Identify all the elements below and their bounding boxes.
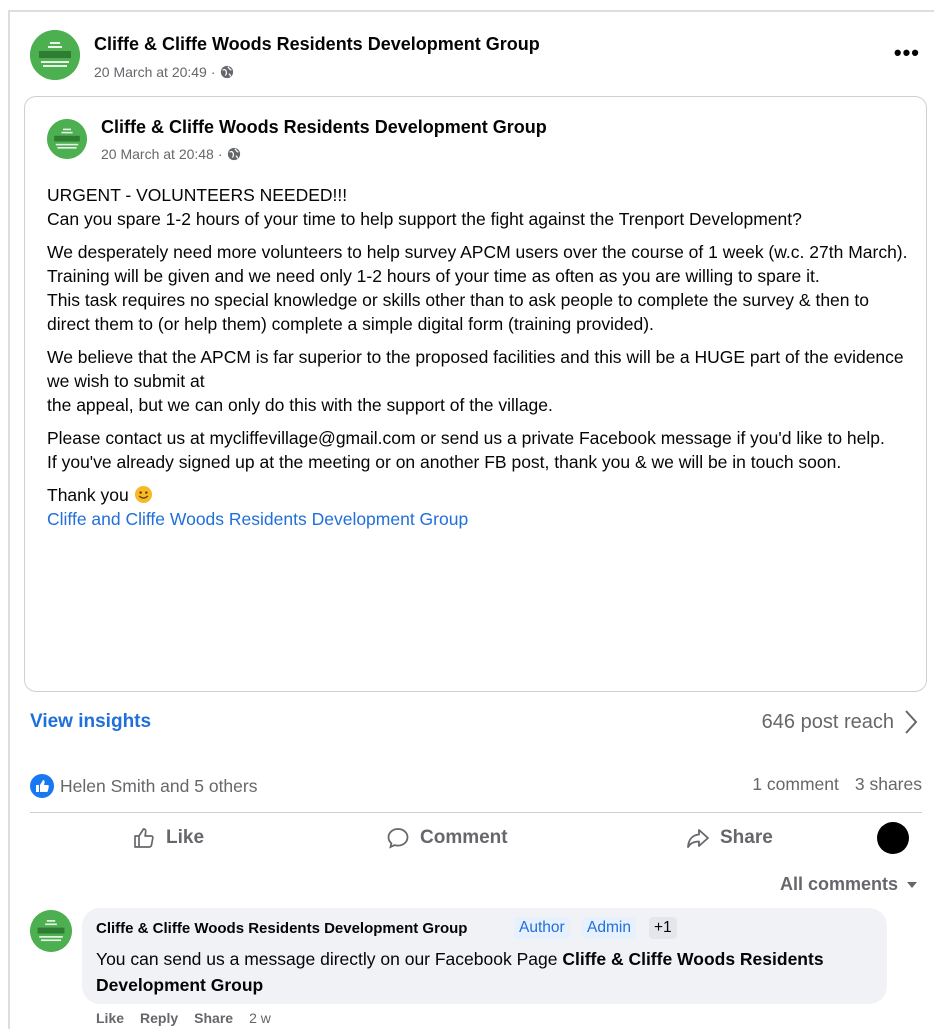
meta-separator: · [210,64,216,80]
author-badge: Author [514,917,570,939]
like-label: Like [166,827,205,848]
like-reaction-icon [30,774,54,798]
shared-page-avatar[interactable] [47,119,87,159]
profile-dot-icon[interactable] [877,822,909,854]
shared-post-timestamp[interactable]: 20 March at 20:48 [101,146,214,162]
commenter-avatar[interactable] [30,910,72,952]
comment-reply-button[interactable]: Reply [140,1010,178,1026]
body-paragraph: We believe that the APCM is far superior… [47,345,913,417]
signature-link[interactable]: Cliffe and Cliffe Woods Residents Develo… [47,509,468,529]
view-insights-link[interactable]: View insights [30,711,151,733]
admin-badge: Admin [582,917,636,939]
body-line: the appeal, but we can only do this with… [47,395,553,415]
comment-actions: Like Reply Share 2 w [96,1010,271,1026]
comment-label: Comment [420,827,508,848]
post-body: URGENT - VOLUNTEERS NEEDED!!! Can you sp… [47,183,913,540]
body-line: We desperately need more volunteers to h… [47,242,908,286]
engagement-counts: 1 comment 3 shares [752,774,922,795]
share-arrow-icon [687,829,709,848]
more-badges[interactable]: +1 [649,917,677,939]
comment-like-button[interactable]: Like [96,1010,124,1026]
shared-post-meta: 20 March at 20:48 · [101,146,241,162]
comment-text-plain: You can send us a message directly on ou… [96,949,563,969]
reactions-summary[interactable]: Helen Smith and 5 others [30,774,257,798]
reactors-text: Helen Smith and 5 others [60,775,258,796]
body-paragraph: We desperately need more volunteers to h… [47,240,913,336]
body-line: If you've already signed up at the meeti… [47,452,842,472]
caret-down-icon [907,881,917,888]
comment-time[interactable]: 2 w [249,1010,271,1026]
body-line: Can you spare 1-2 hours of your time to … [47,209,802,229]
comment-button[interactable]: Comment [386,826,508,850]
globe-icon [227,147,240,161]
body-line: We believe that the APCM is far superior… [47,347,904,391]
post-reach-label: 646 post reach [761,710,894,733]
chevron-right-icon [905,710,918,734]
body-paragraph: Please contact us at mycliffevillage@gma… [47,426,913,474]
comments-filter-label: All comments [779,874,898,894]
post-meta: 20 March at 20:49 · [94,64,234,80]
divider [30,812,922,813]
body-line: Please contact us at mycliffevillage@gma… [47,428,885,448]
comment-count[interactable]: 1 comment [752,774,839,795]
like-button[interactable]: Like [132,826,204,850]
comment-author[interactable]: Cliffe & Cliffe Woods Residents Developm… [96,920,467,937]
comment-text: You can send us a message directly on ou… [96,946,866,998]
comment-share-button[interactable]: Share [194,1010,233,1026]
smiley-emoji-icon [134,485,152,504]
shared-post-author[interactable]: Cliffe & Cliffe Woods Residents Developm… [101,117,547,138]
comment-bubble-icon [387,828,409,849]
share-count[interactable]: 3 shares [855,774,922,795]
comment-bubble: Cliffe & Cliffe Woods Residents Developm… [82,908,887,1004]
feed-left-border [8,10,10,1029]
more-options-button[interactable]: ••• [894,42,920,64]
post-reach[interactable]: 646 post reach [762,709,918,735]
thanks-text: Thank you [47,485,129,505]
comments-filter-dropdown[interactable]: All comments [780,874,918,895]
meta-separator: · [217,146,223,162]
body-paragraph: Thank you Cliffe and Cliffe Woods Reside… [47,483,913,531]
post-header: Cliffe & Cliffe Woods Residents Developm… [30,30,920,86]
post-timestamp[interactable]: 20 March at 20:49 [94,64,207,80]
body-paragraph: URGENT - VOLUNTEERS NEEDED!!! Can you sp… [47,183,913,231]
share-button[interactable]: Share [686,826,773,850]
body-line: URGENT - VOLUNTEERS NEEDED!!! [47,185,348,205]
page-avatar[interactable] [30,30,80,80]
feed-top-border [8,10,934,12]
body-line: This task requires no special knowledge … [47,290,869,334]
post-author[interactable]: Cliffe & Cliffe Woods Residents Developm… [94,34,540,55]
shared-post-card[interactable]: Cliffe & Cliffe Woods Residents Developm… [24,96,927,692]
globe-icon [220,65,233,79]
share-label: Share [720,827,773,848]
thumbs-up-icon [134,828,154,848]
